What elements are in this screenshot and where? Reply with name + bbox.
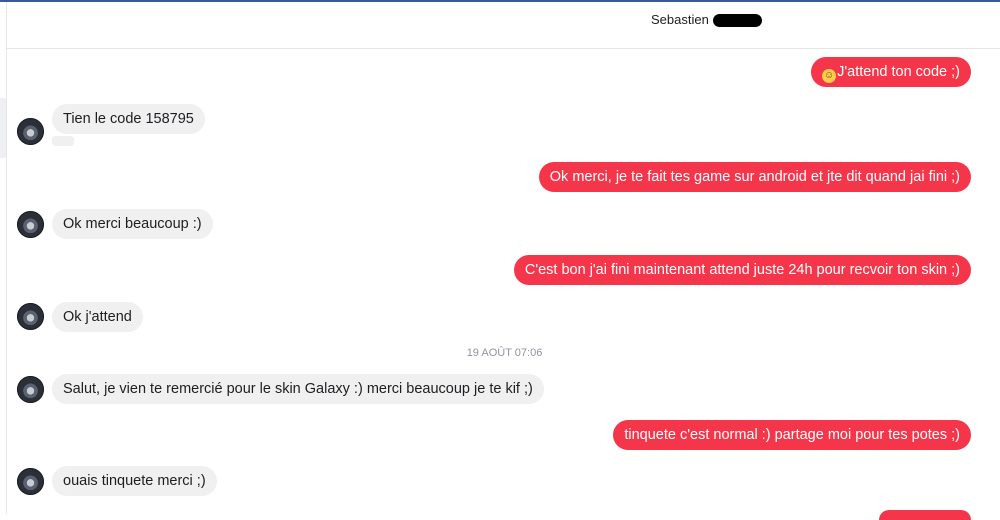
message-outgoing[interactable]: ☺ J'attend ton code ;): [811, 57, 971, 87]
message-outgoing-partial[interactable]: [879, 510, 971, 520]
message-text: Ok j'attend: [63, 309, 132, 325]
message-incoming[interactable]: Tien le code 158795: [52, 104, 205, 134]
contact-name[interactable]: Sebastien: [651, 12, 709, 27]
message-text: C'est bon j'ai fini maintenant attend ju…: [524, 262, 960, 278]
message-incoming[interactable]: Ok j'attend: [52, 302, 143, 332]
message-incoming[interactable]: ouais tinquete merci ;): [52, 466, 217, 496]
timestamp-divider: 19 AOÛT 07:06: [466, 347, 543, 359]
message-text: ouais tinquete merci ;): [63, 473, 206, 489]
left-panel-edge: [6, 2, 7, 514]
message-text: Salut, je vien te remercié pour le skin …: [63, 381, 533, 397]
message-text: tinquete c'est normal :) partage moi pou…: [624, 427, 960, 443]
contact-avatar[interactable]: [17, 118, 44, 145]
contact-avatar[interactable]: [17, 211, 44, 238]
message-text: Ok merci beaucoup :): [63, 216, 202, 232]
message-text: Ok merci, je te fait tes game sur androi…: [549, 169, 960, 185]
smiley-emoji-icon: ☺: [822, 69, 837, 83]
contact-avatar[interactable]: [17, 303, 44, 330]
contact-avatar[interactable]: [17, 376, 44, 403]
message-incoming[interactable]: Ok merci beaucoup :): [52, 209, 213, 239]
message-attachment-strip: [52, 136, 74, 146]
redacted-surname: [713, 14, 762, 27]
conversation-header: Sebastien: [7, 2, 1000, 49]
left-panel-selection-hint: [0, 98, 6, 158]
message-text: Tien le code 158795: [63, 111, 194, 127]
contact-avatar[interactable]: [17, 468, 44, 495]
message-outgoing[interactable]: C'est bon j'ai fini maintenant attend ju…: [513, 255, 971, 285]
message-text: J'attend ton code ;): [837, 64, 960, 80]
message-incoming[interactable]: Salut, je vien te remercié pour le skin …: [52, 374, 544, 404]
message-outgoing[interactable]: tinquete c'est normal :) partage moi pou…: [613, 420, 971, 450]
message-outgoing[interactable]: Ok merci, je te fait tes game sur androi…: [538, 162, 971, 192]
